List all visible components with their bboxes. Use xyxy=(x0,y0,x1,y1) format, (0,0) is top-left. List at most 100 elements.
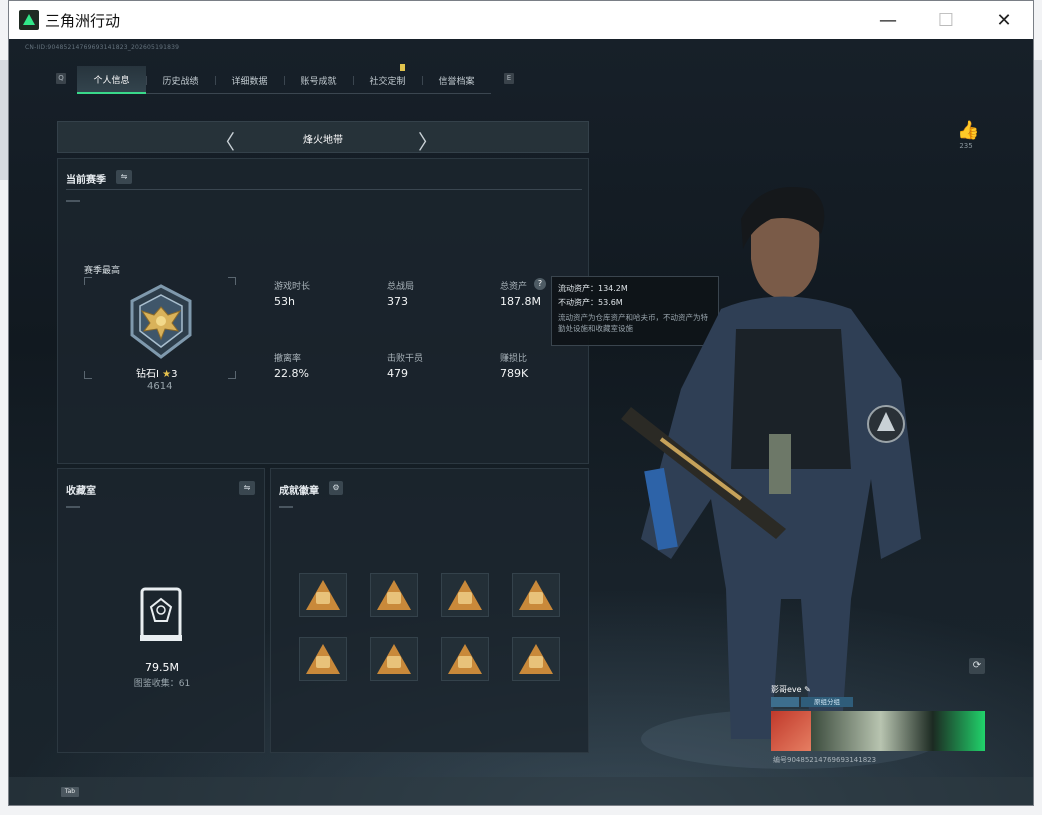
player-avatar xyxy=(771,711,811,751)
badge-icon xyxy=(519,644,553,674)
stat-value: 53h xyxy=(274,295,295,308)
tab-6[interactable]: 信誉档案 xyxy=(422,66,491,94)
tab-prev-icon[interactable]: Q xyxy=(56,73,66,84)
tab-next-icon[interactable]: E xyxy=(504,73,514,84)
rank-label: 赛季最高 xyxy=(84,266,121,276)
tab-bar: 个人信息 历史战绩 详细数据 账号成就 社交定制 信誉档案 xyxy=(77,64,491,94)
player-tag: 原组分组 xyxy=(801,697,853,707)
tab-label: 详细数据 xyxy=(231,76,268,87)
badge-icon xyxy=(306,644,340,674)
window-title: 三角洲行动 xyxy=(45,12,121,30)
frame-corner xyxy=(228,371,236,379)
tab-label: 账号成就 xyxy=(300,76,337,87)
stat-value: 22.8% xyxy=(274,367,309,380)
badge-icon xyxy=(377,644,411,674)
badge-icon xyxy=(448,580,482,610)
player-name: 影哥eve ✎ xyxy=(771,685,811,694)
achievement-badge[interactable] xyxy=(370,573,418,617)
collection-swap-button[interactable]: ⇋ xyxy=(239,481,255,495)
badge-icon xyxy=(519,580,553,610)
divider xyxy=(66,189,582,190)
tab-4[interactable]: 账号成就 xyxy=(284,66,353,94)
season-selector: 〈 烽火地带 〉 xyxy=(57,121,589,155)
achievement-badge[interactable] xyxy=(299,573,347,617)
achievement-badge[interactable] xyxy=(370,637,418,681)
divider-dash xyxy=(279,506,293,508)
stat-label: 击败干员 xyxy=(387,354,424,364)
app-window: 三角洲行动 — ☐ ✕ CN-IID:9048521476969314182​3… xyxy=(8,0,1034,806)
tab-3[interactable]: 详细数据 xyxy=(215,66,284,94)
like-icon[interactable]: 👍 xyxy=(957,120,979,141)
collection-count: 图鉴收集：61 xyxy=(133,679,191,689)
collection-value: 79.5M xyxy=(145,661,179,674)
rank-emblem-icon xyxy=(130,284,192,359)
tab-label: 历史战绩 xyxy=(162,76,199,87)
notification-badge xyxy=(400,64,405,71)
achievement-badge[interactable] xyxy=(441,573,489,617)
badges-settings-button[interactable]: ⚙ xyxy=(329,481,343,495)
achievement-badge[interactable] xyxy=(512,637,560,681)
star-icon: ★ xyxy=(162,369,172,380)
background-strip xyxy=(0,60,8,180)
stat-value: 187.8M xyxy=(500,295,541,308)
badges-title: 成就徽章 xyxy=(279,486,319,497)
achievement-badge[interactable] xyxy=(512,573,560,617)
title-bar: 三角洲行动 — ☐ ✕ xyxy=(9,1,1033,39)
tab-2[interactable]: 历史战绩 xyxy=(146,66,215,94)
game-view: CN-IID:9048521476969314182​3_20260519183… xyxy=(9,39,1033,805)
app-logo-icon xyxy=(19,10,39,30)
badges-panel: 成就徽章 ⚙ xyxy=(270,468,589,753)
achievement-badge[interactable] xyxy=(299,637,347,681)
tab-key-hint[interactable]: Tab xyxy=(61,787,79,797)
bottom-bar: Tab xyxy=(9,777,1033,805)
badge-icon xyxy=(306,580,340,610)
stat-value: 373 xyxy=(387,295,408,308)
swap-icon: ⇋ xyxy=(243,483,251,492)
tab-label: 社交定制 xyxy=(369,76,406,87)
profile-id-top: CN-IID:9048521476969314182​3_20260519183… xyxy=(25,44,180,51)
close-button[interactable]: ✕ xyxy=(975,1,1033,39)
stat-label: 赚损比 xyxy=(500,354,528,364)
collection-title: 收藏室 xyxy=(66,486,96,497)
stat-value: 789K xyxy=(500,367,529,380)
season-next-button[interactable]: 〉 xyxy=(418,126,438,155)
gear-icon: ⚙ xyxy=(332,483,340,492)
stat-label: 总战局 xyxy=(387,282,415,292)
player-card[interactable]: 影哥eve ✎ 原组分组 编号9048521476969314182​3 xyxy=(771,684,985,764)
minimize-button[interactable]: — xyxy=(859,1,917,39)
swap-icon: ⇋ xyxy=(120,172,128,181)
achievement-badge[interactable] xyxy=(441,637,489,681)
collection-panel[interactable]: 收藏室 ⇋ 79.5M 图鉴收集：61 xyxy=(57,468,265,753)
card-background xyxy=(811,711,985,751)
current-season-panel: 当前赛季 ⇋ 赛季最高 钻石Ⅰ ★3 4614 游戏时长 53h 总战局 373… xyxy=(57,158,589,464)
edit-icon[interactable]: ✎ xyxy=(804,685,811,694)
stat-value: 479 xyxy=(387,367,408,380)
badge-icon xyxy=(448,644,482,674)
divider-dash xyxy=(66,506,80,508)
background-strip xyxy=(1034,60,1042,360)
tab-1[interactable]: 个人信息 xyxy=(77,66,146,94)
player-id: 编号9048521476969314182​3 xyxy=(773,756,877,764)
frame-corner xyxy=(84,371,92,379)
rank-score: 4614 xyxy=(147,381,173,392)
rank-name: 钻石Ⅰ ★3 xyxy=(136,369,178,380)
stat-label: 总资产 xyxy=(500,282,528,292)
tab-label: 信誉档案 xyxy=(438,76,475,87)
season-name: 烽火地带 xyxy=(303,135,343,146)
tab-label: 个人信息 xyxy=(93,75,130,86)
frame-corner xyxy=(228,277,236,285)
rank-chip-icon xyxy=(771,697,799,707)
stat-label: 游戏时长 xyxy=(274,282,311,292)
like-count: 235 xyxy=(959,142,973,150)
stat-label: 撤离率 xyxy=(274,354,302,364)
collection-case-icon xyxy=(140,587,182,641)
badge-icon xyxy=(377,580,411,610)
refresh-icon[interactable]: ⟳ xyxy=(969,658,985,674)
maximize-button[interactable]: ☐ xyxy=(917,1,975,39)
season-swap-button[interactable]: ⇋ xyxy=(116,170,132,184)
card-banner xyxy=(771,711,985,751)
current-season-title: 当前赛季 xyxy=(66,175,106,186)
divider-dash xyxy=(66,200,80,202)
help-icon[interactable]: ? xyxy=(534,278,546,290)
tab-5[interactable]: 社交定制 xyxy=(353,64,422,94)
